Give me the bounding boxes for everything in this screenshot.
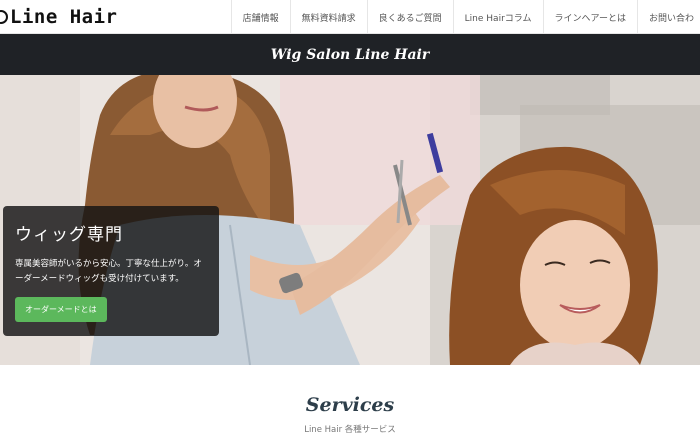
site-title: Wig Salon Line Hair [270, 46, 430, 63]
logo-mark [0, 10, 8, 24]
site-header: Line Hair 店舗情報 無料資料請求 良くあるご質問 Line Hairコ… [0, 0, 700, 34]
main-nav: 店舗情報 無料資料請求 良くあるご質問 Line Hairコラム ラインヘアーと… [230, 0, 700, 34]
nav-item-contact[interactable]: お問い合わ [636, 0, 700, 34]
hero-card: ウィッグ専門 専属美容師がいるから安心。丁寧な仕上がり。オーダーメードウィッグも… [3, 206, 219, 336]
hero-text: 専属美容師がいるから安心。丁寧な仕上がり。オーダーメードウィッグも受け付けていま… [15, 259, 202, 284]
logo-text: Line Hair [10, 6, 118, 28]
nav-item-about[interactable]: ラインヘアーとは [542, 0, 637, 34]
hero-heading: ウィッグ専門 [15, 225, 123, 245]
nav-item-free-brochure[interactable]: 無料資料請求 [289, 0, 367, 34]
hero-banner: ウィッグ専門 専属美容師がいるから安心。丁寧な仕上がり。オーダーメードウィッグも… [0, 75, 700, 365]
services-subtitle: Line Hair 各種サービス [304, 425, 396, 435]
logo[interactable]: Line Hair [0, 3, 117, 31]
nav-item-faq[interactable]: 良くあるご質問 [366, 0, 453, 34]
nav-item-column[interactable]: Line Hairコラム [452, 0, 543, 34]
order-made-button[interactable]: オーダーメードとは [15, 297, 107, 322]
nav-item-store-info[interactable]: 店舗情報 [230, 0, 290, 34]
site-title-bar: Wig Salon Line Hair [0, 34, 700, 75]
services-title: Services [305, 394, 395, 416]
